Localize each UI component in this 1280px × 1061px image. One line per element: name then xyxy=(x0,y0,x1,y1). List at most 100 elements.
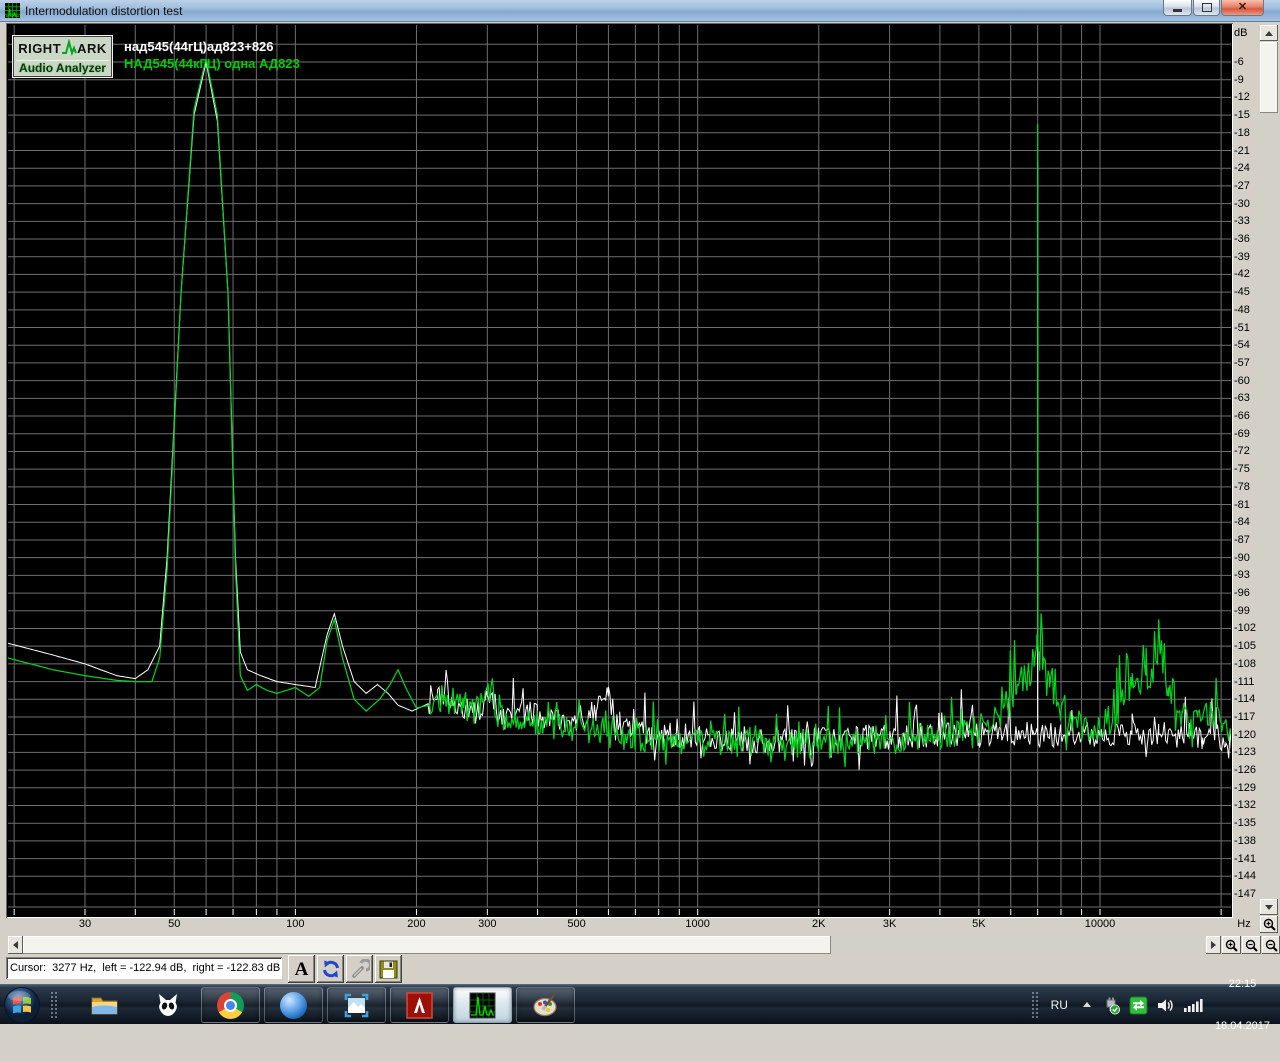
x-axis-tick-label: 300 xyxy=(478,918,497,930)
restore-icon xyxy=(1201,3,1212,12)
refresh-button[interactable] xyxy=(317,955,344,983)
y-axis-tick-label: -129 xyxy=(1234,781,1257,794)
taskbar-rmaa-button[interactable] xyxy=(453,987,512,1023)
adobe-reader-icon xyxy=(406,991,433,1019)
x-axis-tick-label: 10000 xyxy=(1084,918,1116,930)
y-axis-tick-label: -18 xyxy=(1234,126,1250,139)
y-axis-tick-label: -66 xyxy=(1234,410,1250,423)
y-axis-tick-label: -102 xyxy=(1234,622,1257,635)
y-axis-tick-label: -42 xyxy=(1234,268,1250,281)
y-axis-tick-label: -30 xyxy=(1234,197,1250,210)
desktop: { "window": { "title": "Intermodulation … xyxy=(0,0,1280,1032)
horizontal-scrollbar[interactable] xyxy=(8,936,1221,954)
language-indicator[interactable]: RU xyxy=(1051,998,1068,1012)
taskbar: RU 22:15 18.04.2017 xyxy=(0,978,1280,1032)
close-button[interactable]: ✕ xyxy=(1221,0,1264,16)
font-button[interactable]: A xyxy=(288,955,315,983)
y-axis-tick-label: -24 xyxy=(1234,162,1250,175)
chrome-icon xyxy=(217,991,244,1019)
y-axis-tick-label: -141 xyxy=(1234,852,1257,865)
y-axis-tick-label: -84 xyxy=(1234,516,1250,529)
y-axis-tick-label: -135 xyxy=(1234,817,1257,830)
minimize-button[interactable] xyxy=(1163,0,1192,16)
wrench-icon xyxy=(351,959,370,978)
scroll-left-button[interactable] xyxy=(8,936,23,954)
y-axis-tick-label: -123 xyxy=(1234,746,1257,759)
y-axis-tick-label: -54 xyxy=(1234,339,1250,352)
vertical-scrollbar[interactable] xyxy=(1260,25,1278,915)
x-axis-tick-label: 5K xyxy=(972,918,986,930)
usb-device-icon[interactable] xyxy=(1102,996,1121,1015)
taskbar-chromium-button[interactable] xyxy=(264,987,323,1023)
taskbar-adobe-reader-button[interactable] xyxy=(390,987,449,1023)
taskbar-grip xyxy=(50,991,58,1019)
taskbar-paint-button[interactable] xyxy=(516,987,575,1023)
sync-app-icon[interactable] xyxy=(1129,996,1148,1015)
rmaa-logo: RIGHT ARK Audio Analyzer xyxy=(12,35,113,78)
scroll-down-button[interactable] xyxy=(1260,899,1278,915)
arrow-down-icon xyxy=(1265,904,1273,910)
spectrum-plot[interactable] xyxy=(8,25,1231,916)
paint-icon xyxy=(533,993,557,1016)
logo-subtitle: Audio Analyzer xyxy=(16,60,109,76)
legend-series-1: над545(44гЦ)ад823+826 xyxy=(124,39,274,54)
y-axis-tick-label: -78 xyxy=(1234,480,1250,493)
y-axis-tick-label: -120 xyxy=(1234,728,1257,741)
restore-button[interactable] xyxy=(1193,0,1220,16)
network-signal-icon[interactable] xyxy=(1183,997,1203,1013)
y-axis-tick-label: -81 xyxy=(1234,498,1250,511)
y-axis-tick-label: -93 xyxy=(1234,569,1250,582)
horizontal-scroll-thumb[interactable] xyxy=(23,936,831,954)
window-title: Intermodulation distortion test xyxy=(25,3,183,18)
foobar2000-icon xyxy=(158,994,177,1016)
x-axis-tick-label: 200 xyxy=(407,918,426,930)
y-axis-tick-label: -108 xyxy=(1234,657,1257,670)
taskbar-foobar2000-button[interactable] xyxy=(138,987,197,1023)
refresh-icon xyxy=(322,960,339,978)
taskbar-image-viewer-button[interactable] xyxy=(327,987,386,1023)
y-axis-tick-label: -45 xyxy=(1234,286,1250,299)
y-axis-tick-label: -90 xyxy=(1234,551,1250,564)
save-button[interactable] xyxy=(375,955,402,983)
title-bar[interactable]: Intermodulation distortion test ✕ xyxy=(0,0,1280,22)
y-axis-tick-label: -48 xyxy=(1234,303,1250,316)
y-axis-tick-label: -147 xyxy=(1234,888,1257,900)
tray-time: 22:15 xyxy=(1228,978,1257,990)
minimize-icon xyxy=(1173,9,1182,12)
y-axis-tick-label: -144 xyxy=(1234,870,1257,883)
y-axis-tick-label: -69 xyxy=(1234,427,1250,440)
scroll-up-button[interactable] xyxy=(1260,25,1278,41)
volume-icon[interactable] xyxy=(1156,996,1175,1015)
taskbar-explorer-button[interactable] xyxy=(75,987,134,1023)
x-axis-unit-label: Hz xyxy=(1237,918,1251,930)
floppy-disk-icon xyxy=(379,960,398,978)
x-axis-tick-label: 1000 xyxy=(685,918,710,930)
y-axis-tick-label: -57 xyxy=(1234,356,1250,369)
x-axis-tick-label: 30 xyxy=(78,918,92,930)
y-axis-tick-label: -111 xyxy=(1234,675,1255,688)
taskbar-chrome-button[interactable] xyxy=(201,987,260,1023)
y-axis-tick-label: -39 xyxy=(1234,250,1250,263)
y-axis-tick-label: -114 xyxy=(1234,693,1256,706)
show-hidden-icons-button[interactable] xyxy=(1080,998,1094,1012)
y-axis-tick-label: -126 xyxy=(1234,764,1257,777)
close-icon: ✕ xyxy=(1237,1,1248,13)
zoom-in-vertical-button[interactable] xyxy=(1260,916,1278,933)
y-axis-tick-label: -51 xyxy=(1234,321,1250,334)
chevron-up-icon xyxy=(1082,1002,1091,1007)
y-axis-tick-label: -87 xyxy=(1234,533,1250,546)
tray-date: 18.04.2017 xyxy=(1214,1020,1270,1032)
y-axis-tick-label: -27 xyxy=(1234,179,1250,192)
x-axis-tick-label: 50 xyxy=(168,918,181,930)
y-axis-tick-label: -132 xyxy=(1234,799,1257,812)
y-axis-tick-label: -96 xyxy=(1234,587,1250,600)
settings-button[interactable] xyxy=(346,955,373,983)
x-axis-tick-label: 500 xyxy=(567,918,586,930)
y-axis-tick-label: -72 xyxy=(1234,445,1250,458)
vertical-scroll-thumb[interactable] xyxy=(1260,42,1278,113)
image-viewer-icon xyxy=(344,993,369,1017)
logo-pulse-icon xyxy=(62,39,78,57)
clock[interactable]: 22:15 18.04.2017 xyxy=(1215,949,1270,1061)
start-button[interactable] xyxy=(3,986,41,1024)
y-axis-tick-label: -117 xyxy=(1234,710,1256,723)
